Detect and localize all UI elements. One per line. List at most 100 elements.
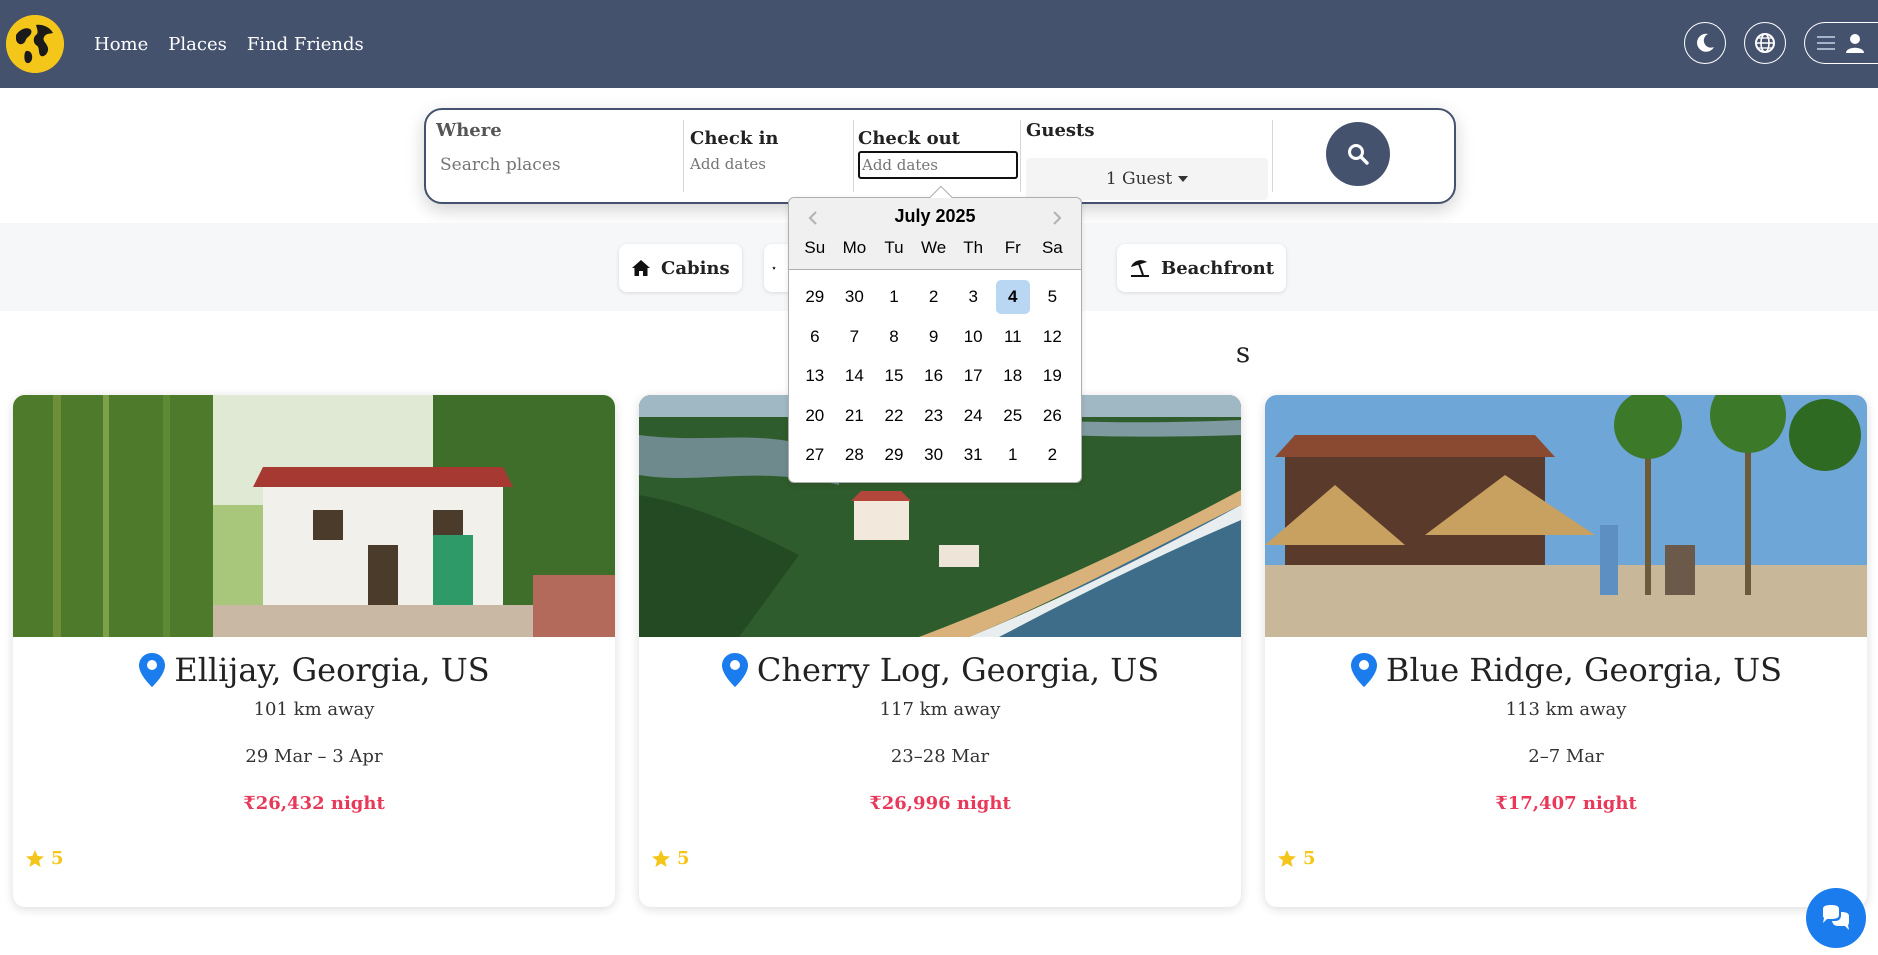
calendar-day[interactable]: 1 <box>993 438 1033 472</box>
calendar-day[interactable]: 2 <box>1033 438 1073 472</box>
datepicker-month: July 2025 <box>894 206 976 226</box>
listing-price: ₹26,996 night <box>869 793 1011 814</box>
nav-find-friends-link[interactable]: Find Friends <box>247 34 364 55</box>
calendar-day[interactable]: 3 <box>953 280 993 314</box>
listing-photo <box>13 395 615 637</box>
calendar-day[interactable]: 23 <box>914 399 954 433</box>
calendar-day[interactable]: 25 <box>993 399 1033 433</box>
calendar-day[interactable]: 14 <box>835 359 875 393</box>
calendar-day[interactable]: 4 <box>995 280 1030 314</box>
calendar-day[interactable]: 19 <box>1033 359 1073 393</box>
star-icon <box>1278 849 1296 867</box>
category-label: Beachfront <box>1161 257 1275 279</box>
calendar-day[interactable]: 29 <box>874 438 914 472</box>
weekday-label: Su <box>804 238 826 257</box>
check-out-input[interactable] <box>858 151 1018 179</box>
listing-title: Blue Ridge, Georgia, US <box>1265 651 1867 689</box>
guests-value: 1 Guest <box>1105 169 1173 189</box>
guests-section: Guests 1 Guest <box>1026 120 1276 200</box>
calendar-day[interactable]: 30 <box>835 280 875 314</box>
listing-dates: 2–7 Mar <box>1528 746 1604 767</box>
weekday-label: Mo <box>842 238 867 257</box>
check-out-label: Check out <box>858 128 960 149</box>
search-icon <box>1348 144 1369 165</box>
where-label: Where <box>436 120 502 141</box>
calendar-day[interactable]: 28 <box>835 438 875 472</box>
calendar-week-row: 27 28 29 30 31 1 2 <box>795 438 1072 478</box>
calendar-day[interactable]: 6 <box>795 320 835 354</box>
search-button[interactable] <box>1326 122 1390 186</box>
calendar-day[interactable]: 1 <box>874 280 914 314</box>
calendar-day[interactable]: 21 <box>835 399 875 433</box>
listing-distance: 117 km away <box>879 699 1001 720</box>
check-in-section[interactable]: Check in <box>690 120 850 200</box>
date-picker: July 2025 Su Mo Tu We Th Fr Sa 29 30 1 2 3 4 5… <box>788 185 1082 483</box>
calendar-day[interactable]: 7 <box>835 320 875 354</box>
calendar-day[interactable]: 13 <box>795 359 835 393</box>
calendar-day[interactable]: 18 <box>993 359 1033 393</box>
guests-label: Guests <box>1026 120 1095 141</box>
calendar-day[interactable]: 29 <box>795 280 835 314</box>
calendar-day[interactable]: 30 <box>914 438 954 472</box>
listing-rating: 5 <box>1277 848 1316 869</box>
language-button[interactable] <box>1744 22 1786 64</box>
category-beachfront[interactable]: Beachfront <box>1117 244 1287 292</box>
calendar-day[interactable]: 11 <box>993 320 1033 354</box>
calendar-day[interactable]: 26 <box>1033 399 1073 433</box>
nav-places-link[interactable]: Places <box>168 34 227 55</box>
caret-down-icon <box>1178 176 1189 182</box>
calendar-day[interactable]: 10 <box>953 320 993 354</box>
listing-photo <box>1265 395 1867 637</box>
map-pin-icon <box>721 653 748 687</box>
listing-title: Ellijay, Georgia, US <box>13 651 615 689</box>
globe-icon <box>6 15 64 73</box>
listing-title-text: Blue Ridge, Georgia, US <box>1385 651 1783 689</box>
listing-dates: 29 Mar – 3 Apr <box>245 746 383 767</box>
check-out-section[interactable]: Check out <box>858 120 1038 200</box>
calendar-week-row: 6 7 8 9 10 11 12 <box>795 320 1072 360</box>
calendar-day[interactable]: 27 <box>795 438 835 472</box>
calendar-day[interactable]: 15 <box>874 359 914 393</box>
calendar-day[interactable]: 20 <box>795 399 835 433</box>
user-icon <box>1845 34 1864 53</box>
check-in-input[interactable] <box>690 155 840 173</box>
umbrella-beach-icon <box>1131 260 1149 277</box>
rating-value: 5 <box>51 848 64 869</box>
rating-value: 5 <box>1303 848 1316 869</box>
calendar-day[interactable]: 12 <box>1033 320 1073 354</box>
calendar-day[interactable]: 16 <box>914 359 954 393</box>
listing-title-text: Ellijay, Georgia, US <box>174 651 490 689</box>
nav-home-link[interactable]: Home <box>94 34 148 55</box>
user-menu-button[interactable] <box>1804 22 1878 64</box>
calendar-day[interactable]: 31 <box>953 438 993 472</box>
listing-price: ₹26,432 night <box>243 793 385 814</box>
globe-logo[interactable] <box>6 15 64 73</box>
calendar-day[interactable]: 5 <box>1033 280 1073 314</box>
category-label: Cabins <box>661 257 730 279</box>
search-places-input[interactable] <box>440 155 660 175</box>
calendar-day[interactable]: 8 <box>874 320 914 354</box>
listing-card[interactable]: Blue Ridge, Georgia, US 113 km away 2–7 … <box>1265 395 1867 907</box>
guests-dropdown[interactable]: 1 Guest <box>1026 158 1268 200</box>
where-section[interactable]: Where <box>436 120 676 200</box>
calendar-week-row: 20 21 22 23 24 25 26 <box>795 399 1072 439</box>
next-month-button[interactable] <box>1047 208 1067 228</box>
calendar-day[interactable]: 2 <box>914 280 954 314</box>
weekday-label: We <box>920 238 947 257</box>
calendar-day[interactable]: 22 <box>874 399 914 433</box>
calendar-week-row: 13 14 15 16 17 18 19 <box>795 359 1072 399</box>
dark-mode-toggle-button[interactable] <box>1684 22 1726 64</box>
listing-card[interactable]: Ellijay, Georgia, US 101 km away 29 Mar … <box>13 395 615 907</box>
chat-button[interactable] <box>1806 888 1866 948</box>
calendar-day[interactable]: 17 <box>953 359 993 393</box>
star-icon <box>26 849 44 867</box>
weekday-label: Th <box>963 238 984 257</box>
divider <box>1020 120 1021 192</box>
calendar-week-row: 29 30 1 2 3 4 5 <box>795 280 1072 320</box>
calendar-day[interactable]: 9 <box>914 320 954 354</box>
listing-distance: 101 km away <box>253 699 375 720</box>
category-cabins[interactable]: Cabins <box>619 244 742 292</box>
map-pin-icon <box>139 653 166 687</box>
calendar-day[interactable]: 24 <box>953 399 993 433</box>
chat-bubbles-icon <box>1823 905 1849 930</box>
